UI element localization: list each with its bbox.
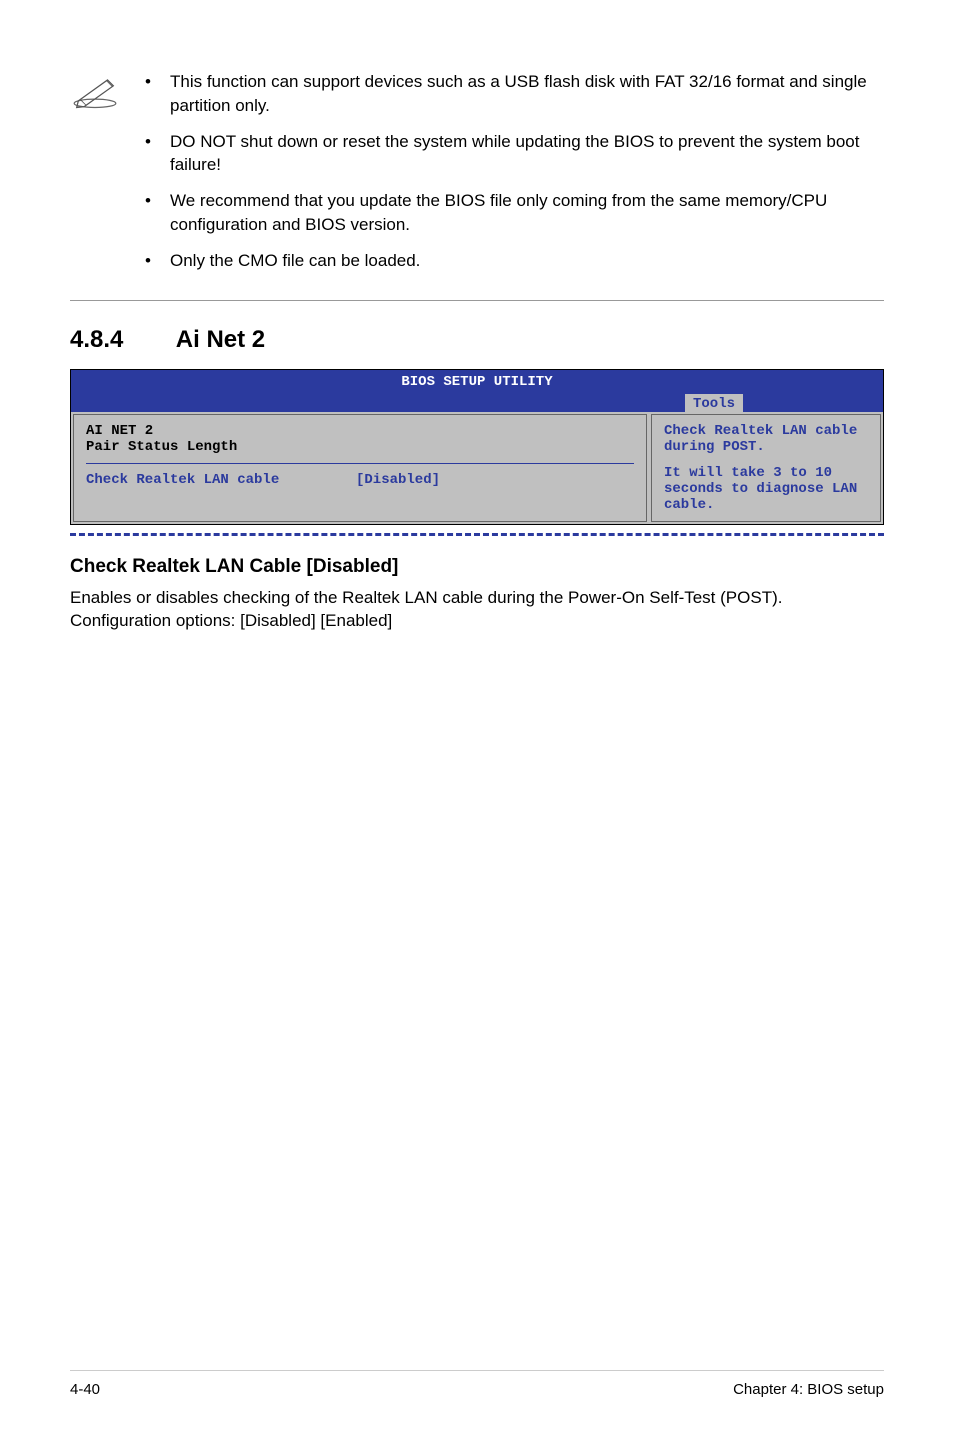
bios-title-bar: BIOS SETUP UTILITY	[71, 370, 883, 394]
bios-setting-value: [Disabled]	[356, 472, 440, 488]
bios-columns-header: Pair Status Length	[86, 439, 634, 455]
page-footer: 4-40 Chapter 4: BIOS setup	[70, 1370, 884, 1398]
note-text: Only the CMO file can be loaded.	[170, 249, 884, 273]
bullet-icon: •	[140, 130, 170, 178]
bios-body: AI NET 2 Pair Status Length Check Realte…	[71, 412, 883, 524]
dashed-divider	[70, 533, 884, 536]
section-title-text: Ai Net 2	[176, 326, 265, 353]
bullet-icon: •	[140, 189, 170, 237]
section-number: 4.8.4	[70, 326, 170, 354]
bios-help-text-1: Check Realtek LAN cable during POST.	[664, 423, 868, 455]
note-text: We recommend that you update the BIOS fi…	[170, 189, 884, 237]
note-text: This function can support devices such a…	[170, 70, 884, 118]
bios-right-pane: Check Realtek LAN cable during POST. It …	[651, 414, 881, 522]
bullet-icon: •	[140, 70, 170, 118]
note-item: • This function can support devices such…	[140, 70, 884, 118]
subsection-body: Enables or disables checking of the Real…	[70, 586, 884, 634]
bios-setting-label: Check Realtek LAN cable	[86, 472, 356, 488]
bios-tools-tab: Tools	[685, 394, 743, 414]
bullet-icon: •	[140, 249, 170, 273]
page-number: 4-40	[70, 1381, 100, 1398]
note-item: • We recommend that you update the BIOS …	[140, 189, 884, 237]
note-text: DO NOT shut down or reset the system whi…	[170, 130, 884, 178]
bios-setup-panel: BIOS SETUP UTILITY Tools AI NET 2 Pair S…	[70, 369, 884, 525]
note-block: • This function can support devices such…	[70, 70, 884, 301]
bios-left-pane: AI NET 2 Pair Status Length Check Realte…	[73, 414, 647, 522]
section-heading: 4.8.4 Ai Net 2	[70, 326, 884, 354]
pencil-note-icon	[70, 70, 140, 115]
subsection-heading: Check Realtek LAN Cable [Disabled]	[70, 556, 884, 578]
note-item: • DO NOT shut down or reset the system w…	[140, 130, 884, 178]
note-items-list: • This function can support devices such…	[140, 70, 884, 285]
bios-tab-row: Tools	[71, 394, 883, 412]
chapter-label: Chapter 4: BIOS setup	[733, 1381, 884, 1398]
bios-setting-row: Check Realtek LAN cable [Disabled]	[86, 472, 634, 488]
bios-help-text-2: It will take 3 to 10 seconds to diagnose…	[664, 465, 868, 513]
note-item: • Only the CMO file can be loaded.	[140, 249, 884, 273]
bios-ai-net-header: AI NET 2	[86, 423, 634, 439]
bios-divider	[86, 463, 634, 464]
